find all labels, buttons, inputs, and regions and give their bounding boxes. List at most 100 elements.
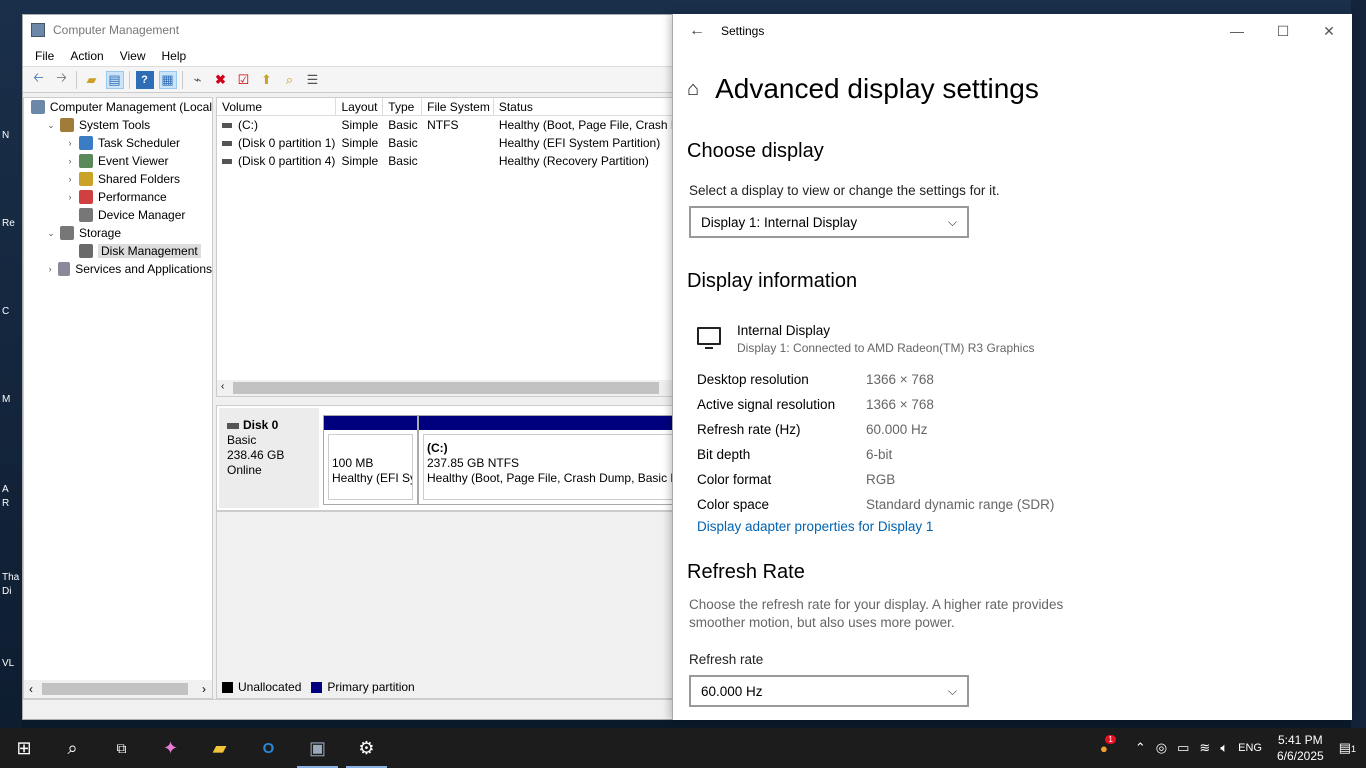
forward-arrow-icon[interactable]: 🡢 — [53, 70, 71, 89]
home-icon[interactable]: ⌂ — [687, 78, 699, 101]
delete-icon[interactable]: ✖ — [212, 71, 230, 89]
search-icon[interactable]: ⌕ — [48, 728, 97, 768]
partition-c[interactable]: (C:) 237.85 GB NTFS Healthy (Boot, Page … — [418, 415, 682, 505]
chevron-down-icon[interactable]: ⌄ — [45, 120, 57, 131]
tree-node-icon — [58, 262, 71, 276]
back-arrow-icon[interactable]: 🡠 — [30, 70, 48, 89]
start-windows-icon[interactable]: ⊞ — [0, 728, 48, 768]
disk-0-label[interactable]: Disk 0 Basic 238.46 GB Online — [219, 408, 319, 508]
settings-gear-icon[interactable]: ⚙ — [342, 728, 391, 768]
tree-item[interactable]: › Shared Folders — [24, 170, 212, 188]
partition-efi[interactable]: 100 MB Healthy (EFI Sys — [323, 415, 418, 505]
cm-menubar: File Action View Help — [23, 45, 681, 67]
tree-item[interactable]: Disk Management — [24, 242, 212, 260]
tree-item[interactable]: Computer Management (Local — [24, 98, 212, 116]
clock-date: 6/6/2025 — [1276, 749, 1324, 763]
show-hide-tree-icon[interactable]: ▤ — [105, 70, 124, 89]
display-property-row: Color space Standard dynamic range (SDR) — [697, 492, 1327, 517]
display-select[interactable]: Display 1: Internal Display ⌵ — [689, 206, 969, 238]
chevron-right-icon[interactable]: › — [64, 156, 76, 166]
tree-item-label: System Tools — [79, 118, 151, 132]
scroll-left-icon[interactable]: ‹ — [221, 381, 224, 392]
tree-item[interactable]: › Services and Applications — [24, 260, 212, 278]
desktop-icon-label[interactable]: C — [2, 306, 9, 317]
wifi-icon[interactable]: ≋ — [1199, 740, 1210, 756]
desktop-icon-label[interactable]: R — [2, 498, 9, 509]
tree-item[interactable]: › Performance — [24, 188, 212, 206]
desktop-background: N Re C M A R Tha Di VL — [0, 0, 22, 728]
tree-item[interactable]: › Task Scheduler — [24, 134, 212, 152]
meet-now-icon[interactable]: ◎ — [1156, 740, 1167, 756]
connect-icon[interactable]: ⌁ — [189, 71, 207, 89]
scroll-left-icon[interactable]: ‹ — [29, 682, 33, 696]
desktop-icon-label[interactable]: Tha — [2, 572, 19, 583]
clock[interactable]: 5:41 PM 6/6/2025 — [1277, 732, 1324, 764]
language-indicator[interactable]: ENG — [1238, 742, 1262, 754]
close-icon[interactable]: ✕ — [1306, 14, 1352, 48]
tree-item[interactable]: ⌄ System Tools — [24, 116, 212, 134]
help-icon[interactable]: ? — [135, 70, 154, 89]
tree-hscrollbar[interactable]: ‹ › — [24, 680, 212, 698]
scroll-thumb[interactable] — [42, 683, 188, 695]
column-type[interactable]: Type — [383, 98, 423, 115]
menu-action[interactable]: Action — [62, 49, 111, 63]
task-view-icon[interactable]: ⧉ — [97, 728, 146, 768]
up-folder-icon[interactable]: ▰ — [83, 71, 101, 89]
cell-text: Healthy (Boot, Page File, Crash D — [498, 118, 680, 132]
menu-file[interactable]: File — [27, 49, 62, 63]
check-icon[interactable]: ☑ — [235, 71, 253, 89]
partition-status: Healthy (EFI Sys — [332, 471, 412, 485]
desktop-icon-label[interactable]: M — [2, 394, 10, 405]
tree-item[interactable]: Device Manager — [24, 206, 212, 224]
list-view-icon[interactable]: ☰ — [304, 71, 322, 89]
desktop-icon-label[interactable]: N — [2, 130, 9, 141]
back-arrow-icon[interactable]: ← — [673, 22, 721, 40]
tree-item[interactable]: › Event Viewer — [24, 152, 212, 170]
table-row[interactable]: (Disk 0 partition 1) Simple Basic Healthy (… — [217, 134, 682, 152]
desktop-icon-label[interactable]: Di — [2, 586, 11, 597]
weather-icon[interactable]: ● 1 — [1100, 734, 1116, 756]
column-layout[interactable]: Layout — [336, 98, 384, 115]
cell-text: Simple — [341, 118, 379, 132]
scroll-right-icon[interactable]: › — [202, 682, 206, 696]
menu-view[interactable]: View — [112, 49, 154, 63]
chevron-down-icon[interactable]: ⌄ — [45, 228, 57, 239]
chevron-right-icon[interactable]: › — [64, 192, 76, 202]
chevron-right-icon[interactable]: › — [64, 138, 76, 148]
display-adapter-properties-link[interactable]: Display adapter properties for Display 1 — [697, 519, 1327, 539]
volume-list-hscrollbar[interactable]: ‹ — [217, 380, 682, 396]
minimize-icon[interactable]: — — [1214, 14, 1260, 48]
column-volume[interactable]: Volume — [217, 98, 337, 115]
scroll-thumb[interactable] — [233, 382, 659, 394]
action-center-icon[interactable]: ▤1 — [1339, 740, 1356, 756]
file-explorer-icon[interactable]: ▰ — [195, 728, 244, 768]
chevron-right-icon[interactable]: › — [45, 264, 55, 274]
computer-management-taskbar-icon[interactable]: ▣ — [293, 728, 342, 768]
maximize-icon[interactable]: ☐ — [1260, 14, 1306, 48]
battery-icon[interactable]: ▭ — [1177, 740, 1189, 756]
table-row[interactable]: (Disk 0 partition 4) Simple Basic Healthy (… — [217, 152, 682, 170]
cm-titlebar[interactable]: Computer Management — [23, 15, 681, 45]
tree-node-icon — [60, 118, 74, 132]
refresh-rate-select[interactable]: 60.000 Hz ⌵ — [689, 675, 969, 707]
properties-icon[interactable]: ▦ — [158, 70, 177, 89]
desktop-icon-label[interactable]: VL — [2, 658, 14, 669]
desktop-icon-label[interactable]: A — [2, 484, 9, 495]
search-icon[interactable]: ⌕ — [281, 71, 299, 89]
column-file-system[interactable]: File System — [422, 98, 494, 115]
tree-item[interactable]: ⌄ Storage — [24, 224, 212, 242]
volume-icon[interactable]: 🔈︎ — [1220, 740, 1228, 756]
settings-titlebar[interactable]: ← Settings — ☐ ✕ — [673, 14, 1352, 48]
menu-help[interactable]: Help — [154, 49, 195, 63]
chevron-up-icon[interactable]: ⌃ — [1135, 740, 1146, 756]
page-title: ⌂ Advanced display settings — [687, 64, 1327, 114]
table-row[interactable]: (C:) Simple Basic NTFS Healthy (Boot, Page F… — [217, 116, 682, 134]
disk-type: Basic — [227, 433, 257, 447]
export-icon[interactable]: ⬆ — [258, 71, 276, 89]
cell-type: Basic — [383, 134, 422, 152]
desktop-icon-label[interactable]: Re — [2, 218, 15, 229]
copilot-icon[interactable]: ✦ — [146, 728, 195, 768]
outlook-icon[interactable]: O — [244, 728, 293, 768]
chevron-right-icon[interactable]: › — [64, 174, 76, 184]
column-status[interactable]: Status — [494, 98, 682, 115]
